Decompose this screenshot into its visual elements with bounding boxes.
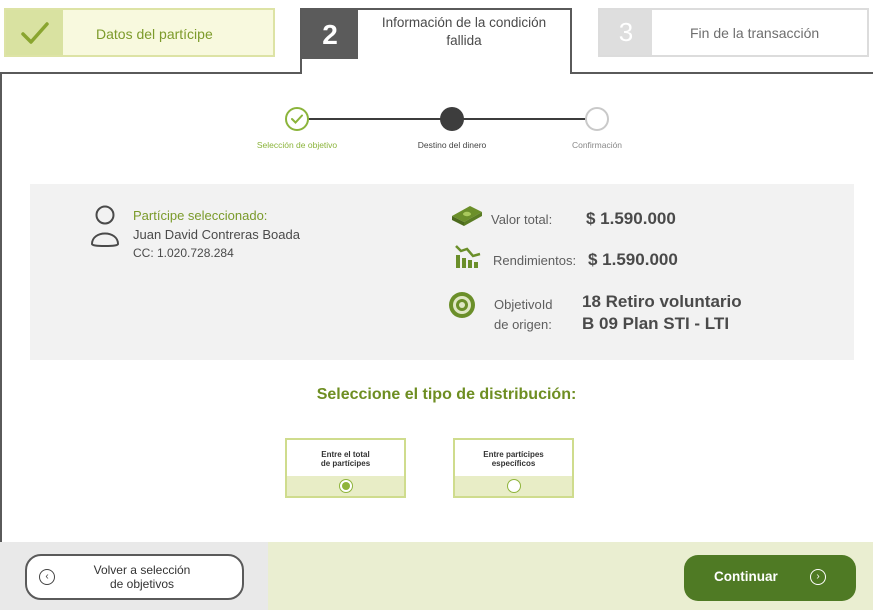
- step-label: Destino del dinero: [417, 140, 487, 150]
- growth-chart-icon: [455, 245, 481, 268]
- step-current-icon: [440, 107, 464, 131]
- back-to-objectives-button[interactable]: ‹ Volver a selección de objetivos: [25, 554, 244, 600]
- money-icon: [452, 206, 482, 226]
- tab-label: Información de la condición fallida: [381, 15, 547, 48]
- participant-title: Partícipe seleccionado:: [133, 208, 268, 223]
- tab-fin-transaccion[interactable]: 3 Fin de la transacción: [598, 8, 869, 57]
- continue-button[interactable]: Continuar ›: [684, 555, 856, 601]
- option-text: de partícipes: [320, 459, 371, 468]
- participant-id: CC: 1.020.728.284: [133, 246, 234, 260]
- chevron-right-icon: ›: [810, 569, 826, 585]
- stepper-line: [300, 118, 453, 120]
- option-text: Entre el total: [321, 450, 370, 459]
- progress-stepper: Selección de objetivo Destino del dinero…: [0, 104, 873, 164]
- option-text: específicos: [491, 459, 536, 468]
- step-number: 3: [600, 10, 652, 55]
- radio-unselected[interactable]: [506, 479, 521, 493]
- tab-label: Datos del partícipe: [96, 26, 213, 42]
- check-icon: [6, 10, 63, 55]
- option-total-participes[interactable]: Entre el total de partícipes: [285, 438, 406, 498]
- participant-name: Juan David Contreras Boada: [133, 227, 300, 242]
- total-label: Valor total:: [491, 212, 553, 227]
- radio-selected[interactable]: [338, 479, 353, 493]
- origin-label: de origen:: [494, 317, 552, 332]
- step-label: Selección de objetivo: [256, 140, 338, 150]
- target-icon: [449, 292, 475, 318]
- user-icon: [90, 205, 120, 248]
- panel-border: [570, 72, 873, 74]
- panel-border: [0, 72, 302, 74]
- step-number: 2: [302, 10, 358, 59]
- distribution-title: Seleccione el tipo de distribución:: [316, 386, 577, 403]
- returns-value: $ 1.590.000: [588, 250, 678, 269]
- origin-label: ObjetivoId: [494, 297, 553, 312]
- step-done-icon: [285, 107, 309, 131]
- total-value: $ 1.590.000: [586, 209, 676, 228]
- tab-informacion-condicion[interactable]: 2 Información de la condición fallida: [300, 8, 572, 74]
- button-label: Continuar: [714, 569, 778, 584]
- tab-datos-participe[interactable]: Datos del partícipe: [4, 8, 275, 57]
- option-text: Entre partícipes: [483, 450, 544, 459]
- returns-label: Rendimientos:: [493, 253, 577, 268]
- footer-bar: ‹ Volver a selección de objetivos Contin…: [0, 542, 873, 610]
- step-pending-icon: [585, 107, 609, 131]
- stepper-line: [460, 118, 598, 120]
- button-label: de objetivos: [109, 577, 175, 591]
- chevron-left-icon: ‹: [39, 569, 55, 585]
- button-label: Volver a selección: [93, 563, 191, 577]
- step-label: Confirmación: [571, 140, 623, 150]
- option-participes-especificos[interactable]: Entre partícipes específicos: [453, 438, 574, 498]
- transaction-summary-panel: Partícipe seleccionado: Juan David Contr…: [30, 184, 854, 360]
- tab-label: Fin de la transacción: [690, 25, 820, 41]
- origin-objective: 18 Retiro voluntario: [582, 292, 742, 311]
- origin-plan: B 09 Plan STI - LTI: [582, 314, 730, 333]
